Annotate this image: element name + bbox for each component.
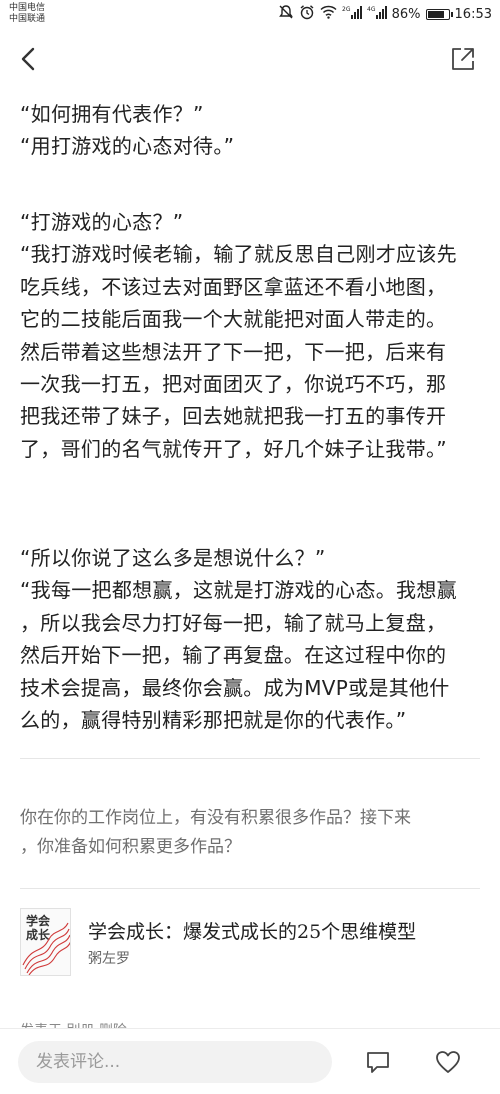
text-line: 技术会提高，最终你会赢。成为MVP或是其他什 bbox=[20, 675, 450, 700]
status-icons: 2G 4G 86% 16:53 bbox=[278, 5, 492, 23]
book-card[interactable]: 学会 成长 学会成长：爆发式成长的25个思维模型 粥左罗 bbox=[20, 908, 480, 980]
post-meta-partial: 发表于 别册 删除 bbox=[20, 1020, 127, 1028]
comment-button[interactable] bbox=[364, 1048, 392, 1076]
carrier-1: 中国电信 bbox=[9, 3, 46, 13]
comment-input[interactable] bbox=[18, 1041, 332, 1083]
battery-icon bbox=[425, 8, 453, 20]
cover-text-2: 成长 bbox=[26, 927, 51, 942]
text-line: 然后开始下一把，输了再复盘。在这过程中你的 bbox=[20, 643, 447, 668]
paragraph-1: “如何拥有代表作？” “用打游戏的心态对待。” bbox=[20, 98, 490, 163]
divider bbox=[20, 888, 480, 889]
like-button[interactable] bbox=[434, 1048, 462, 1076]
cover-text-1: 学会 bbox=[26, 913, 51, 928]
text-line: “用打游戏的心态对待。” bbox=[20, 134, 235, 159]
text-line: 你在你的工作岗位上，有没有积累很多作品？接下来 bbox=[20, 808, 411, 828]
text-line: ，你准备如何积累更多作品？ bbox=[20, 837, 241, 857]
signal-1-label: 2G bbox=[342, 6, 351, 13]
carrier-info: 中国电信 中国联通 bbox=[9, 3, 45, 25]
wifi-icon bbox=[320, 5, 337, 23]
divider bbox=[20, 758, 480, 759]
signal-2-icon: 4G bbox=[367, 5, 387, 24]
signal-1-icon: 2G bbox=[342, 5, 362, 24]
paragraph-2: “打游戏的心态？” “我打游戏时候老输，输了就反思自己刚才应该先 吃兵线，不该过… bbox=[20, 206, 490, 465]
article-content: “如何拥有代表作？” “用打游戏的心态对待。” “打游戏的心态？” “我打游戏时… bbox=[0, 88, 500, 1028]
heart-icon bbox=[436, 1051, 460, 1073]
top-nav-bar bbox=[0, 30, 500, 88]
text-line: 它的二技能后面我一个大就能把对面人带走的。 bbox=[20, 307, 447, 332]
text-line: ，所以我会尽力打好每一把，输了就马上复盘， bbox=[20, 610, 447, 635]
text-line: “所以你说了这么多是想说什么？” bbox=[20, 546, 326, 570]
signal-2-label: 4G bbox=[367, 6, 376, 13]
alarm-icon bbox=[299, 4, 315, 24]
book-author: 粥左罗 bbox=[88, 951, 130, 967]
text-line: “如何拥有代表作？” bbox=[20, 102, 204, 126]
status-bar: 中国电信 中国联通 2G 4G 86% 16:53 bbox=[0, 0, 500, 30]
battery-percent: 86% bbox=[391, 6, 421, 22]
book-cover: 学会 成长 bbox=[20, 908, 71, 976]
book-title: 学会成长：爆发式成长的25个思维模型 bbox=[88, 921, 417, 943]
share-icon bbox=[452, 48, 474, 70]
back-button[interactable] bbox=[14, 44, 44, 74]
mute-icon bbox=[278, 4, 294, 24]
text-line: 把我还带了妹子，回去她就把我一打五的事传开 bbox=[20, 404, 447, 429]
clock: 16:53 bbox=[454, 6, 492, 22]
text-line: 了，哥们的名气就传开了，好几个妹子让我带。” bbox=[20, 436, 447, 461]
text-line: 吃兵线，不该过去对面野区拿蓝还不看小地图， bbox=[20, 274, 447, 299]
bottom-bar bbox=[0, 1028, 500, 1094]
text-line: 一次我一打五，把对面团灭了，你说巧不巧，那 bbox=[20, 372, 447, 397]
carrier-2: 中国联通 bbox=[9, 14, 46, 24]
text-line: 然后带着这些想法开了下一把，下一把，后来有 bbox=[20, 339, 447, 364]
battery-fill bbox=[427, 10, 444, 18]
text-line: “我打游戏时候老输，输了就反思自己刚才应该先 bbox=[20, 242, 457, 267]
text-line: “打游戏的心态？” bbox=[20, 210, 184, 234]
share-button[interactable] bbox=[450, 46, 476, 72]
comment-icon bbox=[367, 1052, 389, 1073]
text-line: 么的，赢得特别精彩那把就是你的代表作。” bbox=[20, 708, 407, 733]
reflection-question: 你在你的工作岗位上，有没有积累很多作品？接下来 ，你准备如何积累更多作品？ bbox=[20, 804, 490, 862]
chevron-left-icon bbox=[21, 47, 35, 71]
paragraph-3: “所以你说了这么多是想说什么？” “我每一把都想赢，这就是打游戏的心态。我想赢 … bbox=[20, 542, 490, 736]
text-line: “我每一把都想赢，这就是打游戏的心态。我想赢 bbox=[20, 578, 457, 603]
